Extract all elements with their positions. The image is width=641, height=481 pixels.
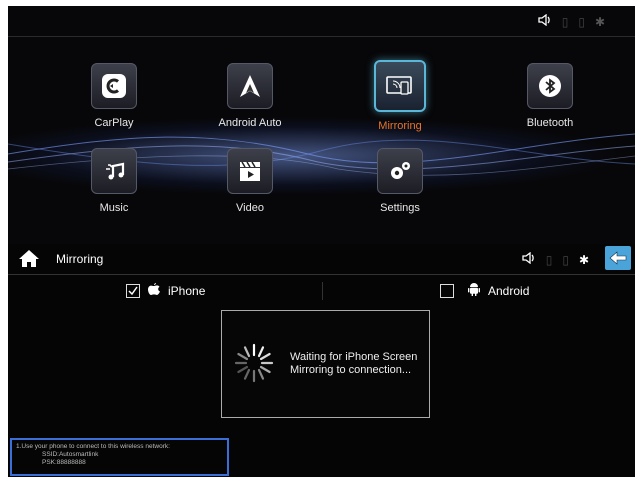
app-bluetooth[interactable]: Bluetooth — [510, 63, 590, 129]
wifi-psk: PSK:88888888 — [42, 459, 86, 466]
app-label: Settings — [380, 202, 420, 214]
bluetooth-status-icon: ✱ — [594, 14, 605, 29]
app-label: Video — [236, 202, 264, 214]
speaker-icon — [538, 13, 552, 29]
bluetooth-icon — [527, 63, 573, 109]
top-status-bar: ▯ ▯ ✱ — [538, 13, 605, 29]
android-icon — [468, 282, 480, 299]
page-title: Mirroring — [56, 252, 104, 266]
top-divider — [8, 36, 635, 37]
speaker-icon — [522, 251, 536, 267]
app-label: CarPlay — [94, 117, 134, 129]
wifi-info-box: 1.Use your phone to connect to this wire… — [10, 438, 229, 476]
mode-separator — [322, 282, 323, 300]
app-settings[interactable]: Settings — [360, 148, 440, 214]
app-video[interactable]: Video — [210, 148, 290, 214]
android-checkbox[interactable] — [440, 283, 454, 298]
iphone-checkbox[interactable] — [126, 283, 140, 298]
app-music[interactable]: Music — [74, 148, 154, 214]
waiting-message: Waiting for iPhone Screen Mirroring to c… — [290, 351, 418, 376]
app-label: Bluetooth — [526, 117, 574, 129]
app-label: Mirroring — [378, 120, 422, 132]
app-mirroring[interactable]: Mirroring — [360, 60, 440, 132]
phone-icon: ▯ — [578, 14, 585, 29]
video-icon — [227, 148, 273, 194]
home-icon[interactable] — [18, 248, 40, 273]
android-auto-icon — [227, 63, 273, 109]
mirroring-header: Mirroring ▯ ▯ ✱ — [8, 244, 635, 274]
app-frame: ▯ ▯ ✱ CarPlay Android Auto Mirroring Blu… — [8, 6, 635, 477]
header-divider — [8, 274, 635, 275]
android-option[interactable]: Android — [440, 282, 529, 299]
app-carplay[interactable]: CarPlay — [74, 63, 154, 129]
iphone-label: iPhone — [168, 283, 206, 298]
app-android-auto[interactable]: Android Auto — [210, 63, 290, 129]
android-label: Android — [488, 283, 530, 298]
usb-icon: ▯ — [545, 252, 553, 267]
bluetooth-status-icon: ✱ — [578, 252, 589, 267]
mirroring-icon — [374, 60, 426, 112]
apple-icon — [148, 282, 160, 299]
app-label: Android Auto — [218, 117, 282, 129]
usb-icon: ▯ — [561, 14, 569, 29]
carplay-icon — [91, 63, 137, 109]
app-label: Music — [99, 202, 129, 214]
loading-spinner-icon — [234, 343, 274, 383]
header-status-bar: ▯ ▯ ✱ — [522, 251, 589, 267]
phone-icon: ▯ — [562, 252, 569, 267]
launcher-screen: ▯ ▯ ✱ CarPlay Android Auto Mirroring Blu… — [8, 6, 635, 244]
iphone-option[interactable]: iPhone — [126, 282, 205, 299]
back-button[interactable] — [605, 246, 631, 270]
connection-status-box: Waiting for iPhone Screen Mirroring to c… — [221, 310, 430, 418]
settings-icon — [377, 148, 423, 194]
music-icon — [91, 148, 137, 194]
wifi-instruction: 1.Use your phone to connect to this wire… — [16, 443, 170, 450]
back-arrow-icon — [609, 251, 627, 265]
wifi-ssid: SSID:Autosmartlink — [42, 451, 99, 458]
